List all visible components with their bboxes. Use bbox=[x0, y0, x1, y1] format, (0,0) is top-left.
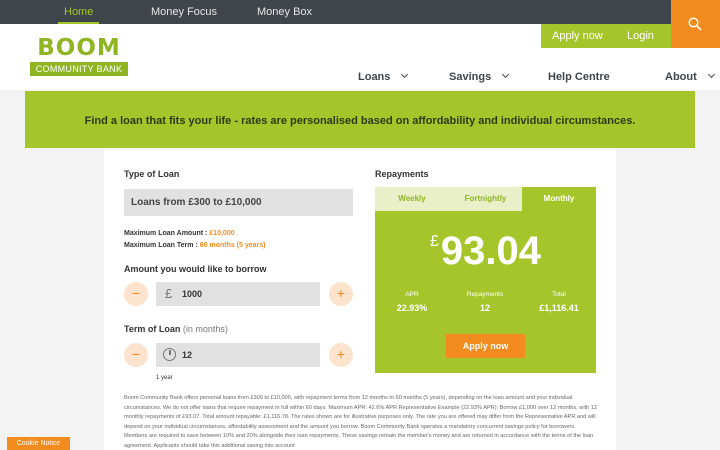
loan-type-select[interactable]: Loans from £300 to £10,000 bbox=[124, 189, 353, 216]
tab-fortnightly[interactable]: Fortnightly bbox=[449, 187, 522, 211]
amount-label: Amount you would like to borrow bbox=[124, 264, 267, 274]
total-stat: Total £1,116.41 bbox=[524, 291, 594, 313]
repayments-label: Repayments bbox=[375, 169, 429, 179]
term-input[interactable]: 12 bbox=[156, 343, 320, 367]
repayments-count-label: Repayments bbox=[466, 291, 504, 298]
repayments-count-value: 12 bbox=[479, 303, 490, 313]
chevron-down-icon bbox=[707, 70, 715, 79]
loan-type-value: Loans from £300 to £10,000 bbox=[131, 197, 262, 208]
pound-icon: £ bbox=[165, 286, 173, 301]
tab-money-box[interactable]: Money Box bbox=[257, 0, 312, 24]
search-button[interactable] bbox=[671, 0, 720, 48]
tab-home[interactable]: Home bbox=[57, 0, 100, 24]
max-term-info: Maximum Loan Term : 60 months (5 years) bbox=[124, 242, 265, 249]
nav-savings-label: Savings bbox=[449, 71, 492, 83]
amount-increase-button[interactable]: + bbox=[329, 282, 353, 306]
max-amount-value: £10,000 bbox=[209, 230, 235, 237]
nav-help-centre-label: Help Centre bbox=[548, 71, 610, 83]
term-increase-button[interactable]: + bbox=[329, 343, 353, 367]
apply-now-link[interactable]: Apply now bbox=[552, 24, 603, 48]
tab-money-focus[interactable]: Money Focus bbox=[151, 0, 217, 24]
nav-loans[interactable]: Loans bbox=[358, 70, 409, 84]
nav-savings[interactable]: Savings bbox=[449, 70, 510, 84]
nav-about[interactable]: About bbox=[665, 70, 715, 84]
term-decrease-button[interactable]: − bbox=[124, 343, 148, 367]
amount-input[interactable]: £ 1000 bbox=[156, 282, 320, 306]
term-unit: (in months) bbox=[182, 324, 228, 334]
nav-about-label: About bbox=[665, 71, 697, 83]
header-actions: Apply now Login bbox=[541, 24, 671, 48]
apply-now-button[interactable]: Apply now bbox=[446, 334, 525, 358]
disclaimer-text: Boom Community Bank offers personal loan… bbox=[124, 395, 598, 449]
term-value: 12 bbox=[182, 350, 193, 360]
term-hint: 1 year bbox=[156, 375, 173, 381]
chevron-down-icon bbox=[401, 70, 409, 79]
repayment-amount: £93.04 bbox=[375, 229, 596, 274]
logo-subtitle: COMMUNITY BANK bbox=[30, 62, 128, 76]
max-term-label: Maximum Loan Term : bbox=[124, 242, 198, 249]
apr-value: 22.93% bbox=[396, 303, 428, 313]
nav-loans-label: Loans bbox=[358, 71, 391, 83]
logo-word: BOOM bbox=[37, 35, 121, 61]
amount-value: 1000 bbox=[182, 289, 203, 299]
term-label-text: Term of Loan bbox=[124, 324, 181, 334]
total-value: £1,116.41 bbox=[539, 303, 579, 313]
chevron-down-icon bbox=[502, 70, 510, 79]
cookie-notice-button[interactable]: Cookie Notice bbox=[7, 437, 70, 450]
total-label: Total bbox=[552, 291, 566, 298]
apr-label: APR bbox=[405, 291, 419, 298]
apr-stat: APR 22.93% bbox=[377, 291, 447, 313]
currency-symbol: £ bbox=[429, 233, 439, 250]
search-icon bbox=[688, 17, 702, 31]
max-amount-label: Maximum Loan Amount : bbox=[124, 230, 208, 237]
login-link[interactable]: Login bbox=[627, 24, 654, 48]
repayment-summary: £93.04 APR 22.93% Repayments 12 Total £1… bbox=[375, 211, 596, 373]
repayments-count-stat: Repayments 12 bbox=[450, 291, 520, 313]
top-navigation-bar: Home Money Focus Money Box bbox=[0, 0, 720, 24]
nav-help-centre[interactable]: Help Centre bbox=[548, 70, 610, 84]
max-amount-info: Maximum Loan Amount : £10,000 bbox=[124, 230, 235, 237]
amount-decrease-button[interactable]: − bbox=[124, 282, 148, 306]
term-label: Term of Loan (in months) bbox=[124, 324, 228, 334]
repayment-amount-value: 93.04 bbox=[440, 229, 541, 273]
logo[interactable]: BOOM COMMUNITY BANK bbox=[30, 36, 128, 76]
clock-icon bbox=[163, 348, 176, 361]
tab-weekly[interactable]: Weekly bbox=[375, 187, 449, 211]
loan-type-label: Type of Loan bbox=[124, 169, 180, 179]
hero-banner: Find a loan that fits your life - rates … bbox=[25, 91, 695, 148]
tab-monthly[interactable]: Monthly bbox=[522, 187, 596, 211]
max-term-value: 60 months (5 years) bbox=[199, 242, 266, 249]
banner-text: Find a loan that fits your life - rates … bbox=[84, 115, 636, 127]
